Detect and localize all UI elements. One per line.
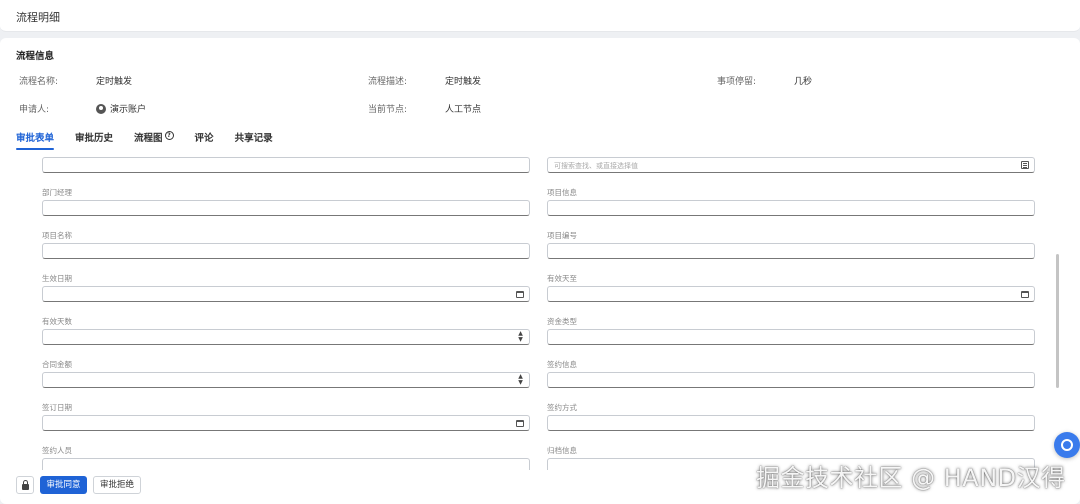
current-node-label: 当前节点: — [368, 105, 408, 115]
tab-comments[interactable]: 评论 — [195, 130, 214, 150]
tab-label: 审批历史 — [75, 133, 114, 144]
effective-until-input[interactable] — [547, 286, 1035, 302]
effective-until-label: 有效天至 — [547, 274, 577, 283]
top-bar: 流程明细 — [0, 0, 1080, 32]
process-name-value: 定时触发 — [96, 77, 133, 87]
stay-time-value: 几秒 — [794, 77, 813, 87]
reject-button[interactable]: 审批拒绝 — [93, 476, 141, 494]
lock-button[interactable] — [16, 476, 34, 494]
tab-bar: 审批表单 审批历史 流程图? 评论 共享记录 — [16, 130, 273, 150]
lookup-placeholder: 可搜索查找、或直接选择值 — [554, 162, 638, 170]
avatar-icon — [96, 103, 106, 114]
detail-card: 流程信息 流程名称: 定时触发 流程描述: 定时触发 事项停留: 几秒 申请人:… — [0, 38, 1080, 504]
archive-info-label: 归档信息 — [547, 446, 577, 455]
effective-days-input[interactable]: ▲ ▼ — [42, 329, 530, 345]
page-title: 流程明细 — [16, 11, 60, 24]
chat-icon — [1061, 439, 1073, 451]
dept-manager-label: 部门经理 — [42, 188, 72, 197]
applicant-name: 演示账户 — [110, 105, 147, 115]
section-title: 流程信息 — [16, 51, 55, 62]
tab-label: 流程图 — [134, 133, 163, 144]
project-code-label: 项目编号 — [547, 231, 577, 240]
contract-amount-input[interactable]: ▲ ▼ — [42, 372, 530, 388]
lookup-input[interactable]: 可搜索查找、或直接选择值 — [547, 157, 1035, 173]
dept-manager-input[interactable] — [42, 200, 530, 216]
stay-time-label: 事项停留: — [717, 77, 757, 87]
sign-date-input[interactable] — [42, 415, 530, 431]
tab-approval-history[interactable]: 审批历史 — [75, 130, 113, 150]
project-name-label: 项目名称 — [42, 231, 72, 240]
effective-date-input[interactable] — [42, 286, 530, 302]
process-name-label: 流程名称: — [19, 77, 59, 87]
tab-approval-form[interactable]: 审批表单 — [16, 130, 55, 150]
current-node-value: 人工节点 — [445, 105, 482, 115]
sign-method-input[interactable] — [547, 415, 1035, 431]
question-icon: ? — [164, 131, 174, 140]
project-code-input[interactable] — [547, 243, 1035, 259]
applicant-label: 申请人: — [19, 105, 50, 115]
stepper-icon[interactable]: ▲ ▼ — [517, 331, 524, 343]
process-desc-label: 流程描述: — [368, 77, 408, 87]
scrollbar[interactable] — [1056, 254, 1059, 388]
project-info-input[interactable] — [547, 200, 1035, 216]
tab-flowchart[interactable]: 流程图? — [134, 130, 174, 150]
effective-date-label: 生效日期 — [42, 274, 72, 283]
approval-form: 可搜索查找、或直接选择值 部门经理 项目信息 项目名称 项目编号 生效日期 有效… — [0, 152, 1080, 470]
sign-info-input[interactable] — [547, 372, 1035, 388]
stepper-icon[interactable]: ▲ ▼ — [517, 374, 524, 386]
sign-method-label: 签约方式 — [547, 403, 577, 412]
watermark: 掘金技术社区 @ HAND汉得 — [756, 464, 1066, 492]
sign-info-label: 签约信息 — [547, 360, 577, 369]
project-name-input[interactable] — [42, 243, 530, 259]
project-info-label: 项目信息 — [547, 188, 577, 197]
tab-label: 评论 — [194, 133, 214, 144]
floating-chat-button[interactable] — [1054, 432, 1080, 458]
process-desc-value: 定时触发 — [445, 77, 482, 87]
calendar-icon[interactable] — [1021, 291, 1029, 298]
list-icon[interactable] — [1021, 161, 1029, 169]
effective-days-label: 有效天数 — [42, 317, 72, 326]
calendar-icon[interactable] — [516, 420, 524, 427]
lock-icon — [22, 480, 29, 490]
signer-input[interactable] — [42, 458, 530, 470]
tab-label: 审批表单 — [16, 133, 55, 144]
tab-share-records[interactable]: 共享记录 — [235, 130, 273, 150]
form-field-input[interactable] — [42, 157, 530, 173]
tab-label: 共享记录 — [234, 133, 273, 144]
approve-button[interactable]: 审批同意 — [40, 476, 87, 494]
calendar-icon[interactable] — [516, 291, 524, 298]
fund-type-input[interactable] — [547, 329, 1035, 345]
signer-label: 签约人员 — [42, 446, 72, 455]
fund-type-label: 资金类型 — [547, 317, 577, 326]
contract-amount-label: 合同金额 — [42, 360, 72, 369]
applicant-value: 演示账户 — [96, 102, 146, 115]
sign-date-label: 签订日期 — [42, 403, 72, 412]
